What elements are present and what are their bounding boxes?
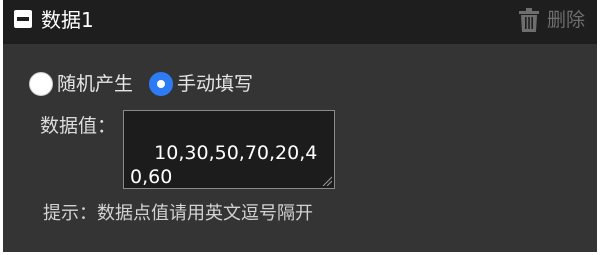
values-text: 10,30,50,70,20,40,60 (130, 142, 318, 188)
radio-manual[interactable]: 手动填写 (149, 72, 253, 96)
radio-dot (157, 80, 166, 88)
radio-manual-label: 手动填写 (177, 73, 254, 95)
delete-label: 删除 (546, 9, 585, 31)
values-textarea[interactable]: 10,30,50,70,20,40,60 (123, 110, 335, 189)
values-field-label: 数据值： (40, 115, 117, 137)
radio-random[interactable]: 随机产生 (29, 72, 133, 96)
hint-text: 提示：数据点值请用英文逗号隔开 (43, 203, 313, 224)
panel-header: 数据1 删除 (3, 0, 597, 44)
collapse-minus-icon[interactable] (14, 10, 32, 28)
data-series-panel: 数据1 删除 随机产生 手动填写 数据值： 10,30,50,70,20,40,… (3, 0, 597, 252)
delete-button[interactable]: 删除 (518, 4, 585, 36)
source-radio-group: 随机产生 手动填写 (29, 70, 253, 98)
radio-random-label: 随机产生 (57, 73, 134, 95)
resize-grip-icon[interactable] (322, 176, 332, 186)
trash-icon (518, 8, 539, 32)
series-title: 数据1 (41, 8, 94, 32)
minus-bar (17, 17, 29, 21)
radio-unchecked-icon (29, 72, 53, 96)
radio-checked-icon (149, 72, 174, 96)
